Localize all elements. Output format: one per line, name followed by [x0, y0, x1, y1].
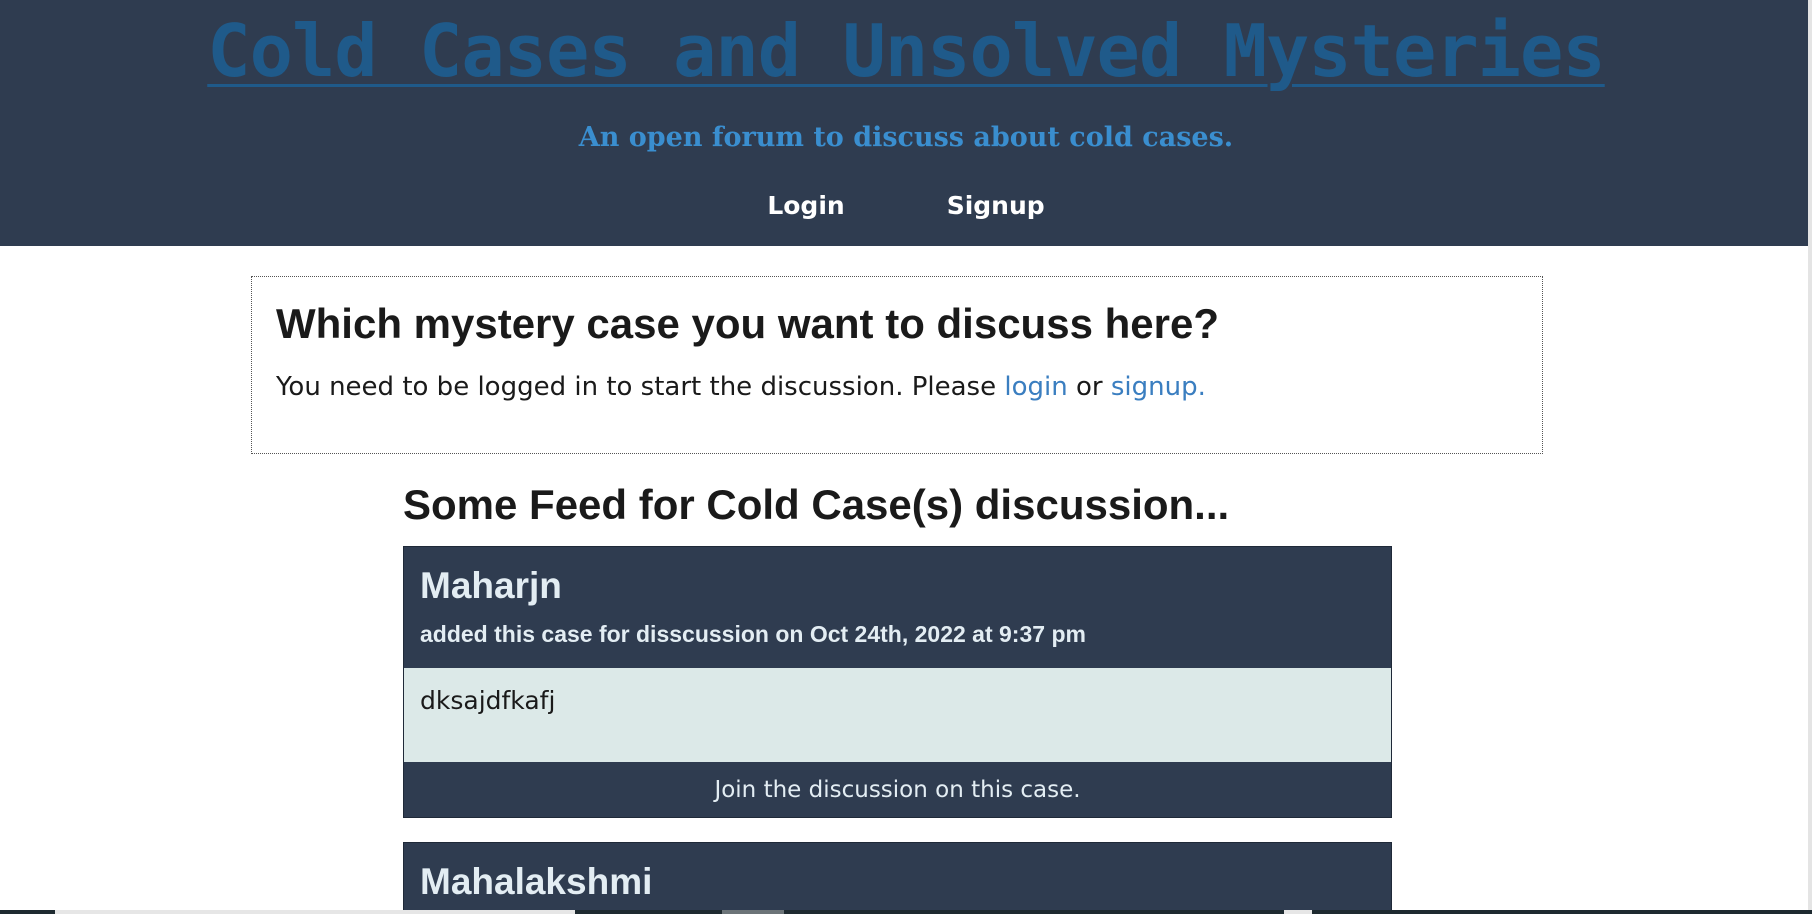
prompt-text-middle: or	[1067, 372, 1111, 402]
vertical-scrollbar[interactable]	[1808, 0, 1812, 910]
start-discussion-box: Which mystery case you want to discuss h…	[251, 276, 1543, 454]
header-nav: Login Signup	[0, 186, 1812, 226]
login-nav-link[interactable]: Login	[767, 186, 844, 226]
prompt-text-before: You need to be logged in to start the di…	[276, 372, 1005, 402]
case-body-text: dksajdfkafj	[420, 686, 556, 715]
taskbar-strip	[0, 910, 1812, 914]
login-required-message: You need to be logged in to start the di…	[276, 369, 1206, 405]
taskbar-segment	[55, 910, 575, 914]
case-card: Mahalakshmi	[403, 842, 1392, 914]
site-header: Cold Cases and Unsolved Mysteries An ope…	[0, 0, 1812, 246]
feed-heading: Some Feed for Cold Case(s) discussion...	[403, 481, 1230, 528]
prompt-heading: Which mystery case you want to discuss h…	[276, 300, 1219, 347]
prompt-signup-link[interactable]: signup.	[1111, 372, 1206, 402]
signup-nav-link[interactable]: Signup	[947, 186, 1045, 226]
case-meta: added this case for disscussion on Oct 2…	[420, 621, 1086, 647]
taskbar-segment	[722, 910, 784, 914]
case-author: Maharjn	[420, 565, 562, 606]
case-card: Maharjn added this case for disscussion …	[403, 546, 1392, 818]
case-body: dksajdfkafj	[404, 668, 1391, 762]
taskbar-segment	[1284, 910, 1312, 914]
prompt-login-link[interactable]: login	[1004, 372, 1067, 402]
case-author: Mahalakshmi	[420, 861, 653, 902]
site-title-link[interactable]: Cold Cases and Unsolved Mysteries	[0, 6, 1812, 96]
join-discussion-link[interactable]: Join the discussion on this case.	[404, 763, 1391, 817]
site-subtitle: An open forum to discuss about cold case…	[578, 122, 1234, 153]
